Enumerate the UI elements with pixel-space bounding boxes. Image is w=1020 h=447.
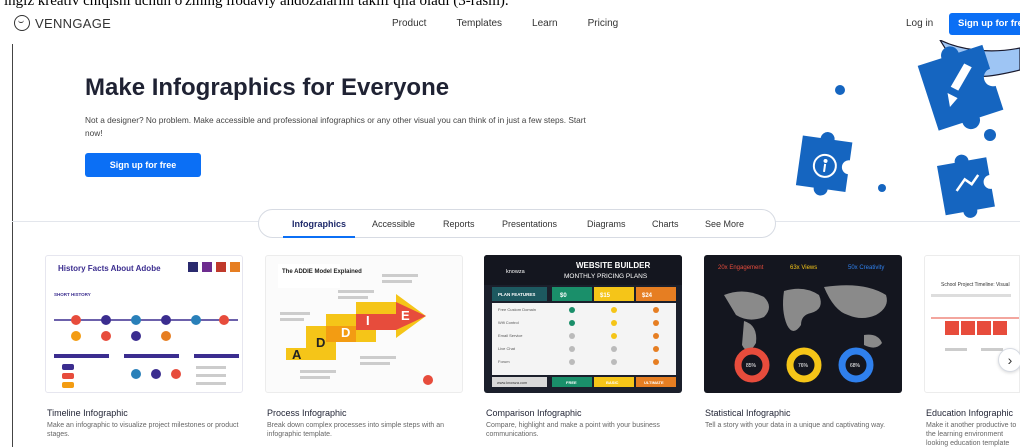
card-thumbnail-statistical[interactable]: 20x Engagement 63x Views 50x Creativity … — [704, 255, 902, 393]
hero-description: Not a designer? No problem. Make accessi… — [85, 115, 586, 138]
hero-title: Make Infographics for Everyone — [85, 74, 450, 101]
carousel-next-button[interactable]: › — [998, 348, 1020, 372]
puzzle-piece-hand — [937, 154, 995, 218]
card-thumbnail-process[interactable]: The ADDIE Model Explained A D D I E — [265, 255, 463, 393]
pricing-thumbnail-art: knowza WEBSITE BUILDER MONTHLY PRICING P… — [484, 255, 682, 387]
feature-row: Email Service — [498, 333, 523, 338]
signup-button-top[interactable]: Sign up for free — [949, 13, 1020, 35]
nav-link-pricing[interactable]: Pricing — [588, 18, 619, 29]
feature-row: Free Custom Domain — [498, 307, 536, 312]
price: $15 — [600, 293, 611, 299]
template-category-tabs: Infographics Accessible Reports Presenta… — [258, 209, 776, 238]
timeline-thumbnail-art: History Facts About Adobe SHORT HISTORY — [54, 262, 240, 388]
nav-link-templates[interactable]: Templates — [456, 18, 502, 29]
feature-row: Live Chat — [498, 346, 516, 351]
card-desc-statistical: Tell a story with your data in a unique … — [705, 422, 886, 429]
addie-letter: D — [341, 325, 350, 340]
card-title-statistical[interactable]: Statistical Infographic — [705, 408, 791, 418]
left-border-line — [12, 44, 13, 447]
thumb-title: School Project Timeline: Visual — [941, 282, 1010, 288]
education-thumbnail-art: School Project Timeline: Visual — [931, 282, 1019, 351]
thumb-title: WEBSITE BUILDER — [576, 261, 650, 270]
card-title-comparison[interactable]: Comparison Infographic — [486, 408, 582, 418]
donut-label: 68% — [850, 363, 861, 369]
stat-label: 50x Creativity — [848, 265, 884, 271]
addie-thumbnail-art: The ADDIE Model Explained A D D I E — [278, 264, 433, 385]
thumb-footer: www.knowza.com — [497, 381, 527, 385]
card-desc-comparison: Compare, highlight and make a point with… — [486, 422, 660, 438]
nav-link-product[interactable]: Product — [392, 18, 426, 29]
card-desc-education: Make it another productive to the learni… — [926, 422, 1017, 447]
statistical-thumbnail-art: 20x Engagement 63x Views 50x Creativity … — [718, 265, 887, 383]
brand-name: VENNGAGE — [35, 15, 112, 31]
plan-label: ULTIMATE — [644, 380, 664, 385]
brand-logo[interactable]: VENNGAGE — [14, 15, 111, 31]
nav-link-learn[interactable]: Learn — [532, 18, 558, 29]
login-link[interactable]: Log in — [906, 18, 933, 29]
addie-letter: E — [401, 308, 410, 323]
plan-label: BASIC — [606, 380, 619, 385]
tab-reports[interactable]: Reports — [443, 219, 475, 229]
thumb-features-header: PLAN FEATURES — [498, 292, 535, 297]
thumb-title: History Facts About Adobe — [58, 264, 161, 273]
tab-see-more[interactable]: See More — [705, 219, 744, 229]
decor-dot — [878, 184, 886, 192]
addie-letter: I — [366, 313, 370, 328]
card-desc-timeline: Make an infographic to visualize project… — [47, 422, 239, 438]
card-title-timeline[interactable]: Timeline Infographic — [47, 408, 128, 418]
thumb-sub: SHORT HISTORY — [54, 292, 91, 297]
donut-label: 76% — [798, 363, 809, 369]
price: $0 — [560, 293, 567, 299]
decor-dot — [835, 85, 845, 95]
donut-label: 85% — [746, 363, 757, 369]
tab-presentations[interactable]: Presentations — [502, 219, 557, 229]
venngage-logo-icon — [14, 15, 30, 31]
hero-signup-button[interactable]: Sign up for free — [85, 153, 201, 177]
card-thumbnail-timeline[interactable]: History Facts About Adobe SHORT HISTORY — [45, 255, 243, 393]
chevron-right-icon: › — [1007, 352, 1013, 368]
top-navbar: VENNGAGE Product Templates Learn Pricing… — [14, 10, 1020, 40]
thumb-brand: knowza — [506, 269, 526, 275]
thumb-sub: MONTHLY PRICING PLANS — [564, 273, 648, 280]
decor-dot — [984, 129, 996, 141]
nav-links: Product Templates Learn Pricing — [392, 18, 648, 29]
feature-row: Wifi Control — [498, 320, 519, 325]
card-thumbnail-education[interactable]: School Project Timeline: Visual — [924, 255, 1020, 393]
tab-infographics[interactable]: Infographics — [292, 219, 346, 229]
feature-row: Forum — [498, 359, 510, 364]
active-tab-indicator — [283, 236, 355, 238]
stat-label: 63x Views — [790, 265, 817, 271]
tab-charts[interactable]: Charts — [652, 219, 679, 229]
addie-letter: D — [316, 335, 325, 350]
tab-diagrams[interactable]: Diagrams — [587, 219, 626, 229]
page-caption: ingiz kreativ chiqishi uchun o'zining if… — [4, 0, 509, 8]
thumb-title: The ADDIE Model Explained — [282, 269, 362, 275]
card-title-education[interactable]: Education Infographic — [926, 408, 1013, 418]
tab-accessible[interactable]: Accessible — [372, 219, 415, 229]
card-desc-process: Break down complex processes into simple… — [267, 422, 445, 438]
puzzle-hero-illustration — [795, 40, 1020, 218]
plan-label: FREE — [566, 380, 577, 385]
price: $24 — [642, 293, 653, 299]
puzzle-piece-accessibility — [795, 132, 853, 196]
addie-letter: A — [292, 347, 302, 362]
stat-label: 20x Engagement — [718, 265, 764, 271]
card-thumbnail-comparison[interactable]: knowza WEBSITE BUILDER MONTHLY PRICING P… — [484, 255, 682, 393]
card-title-process[interactable]: Process Infographic — [267, 408, 347, 418]
